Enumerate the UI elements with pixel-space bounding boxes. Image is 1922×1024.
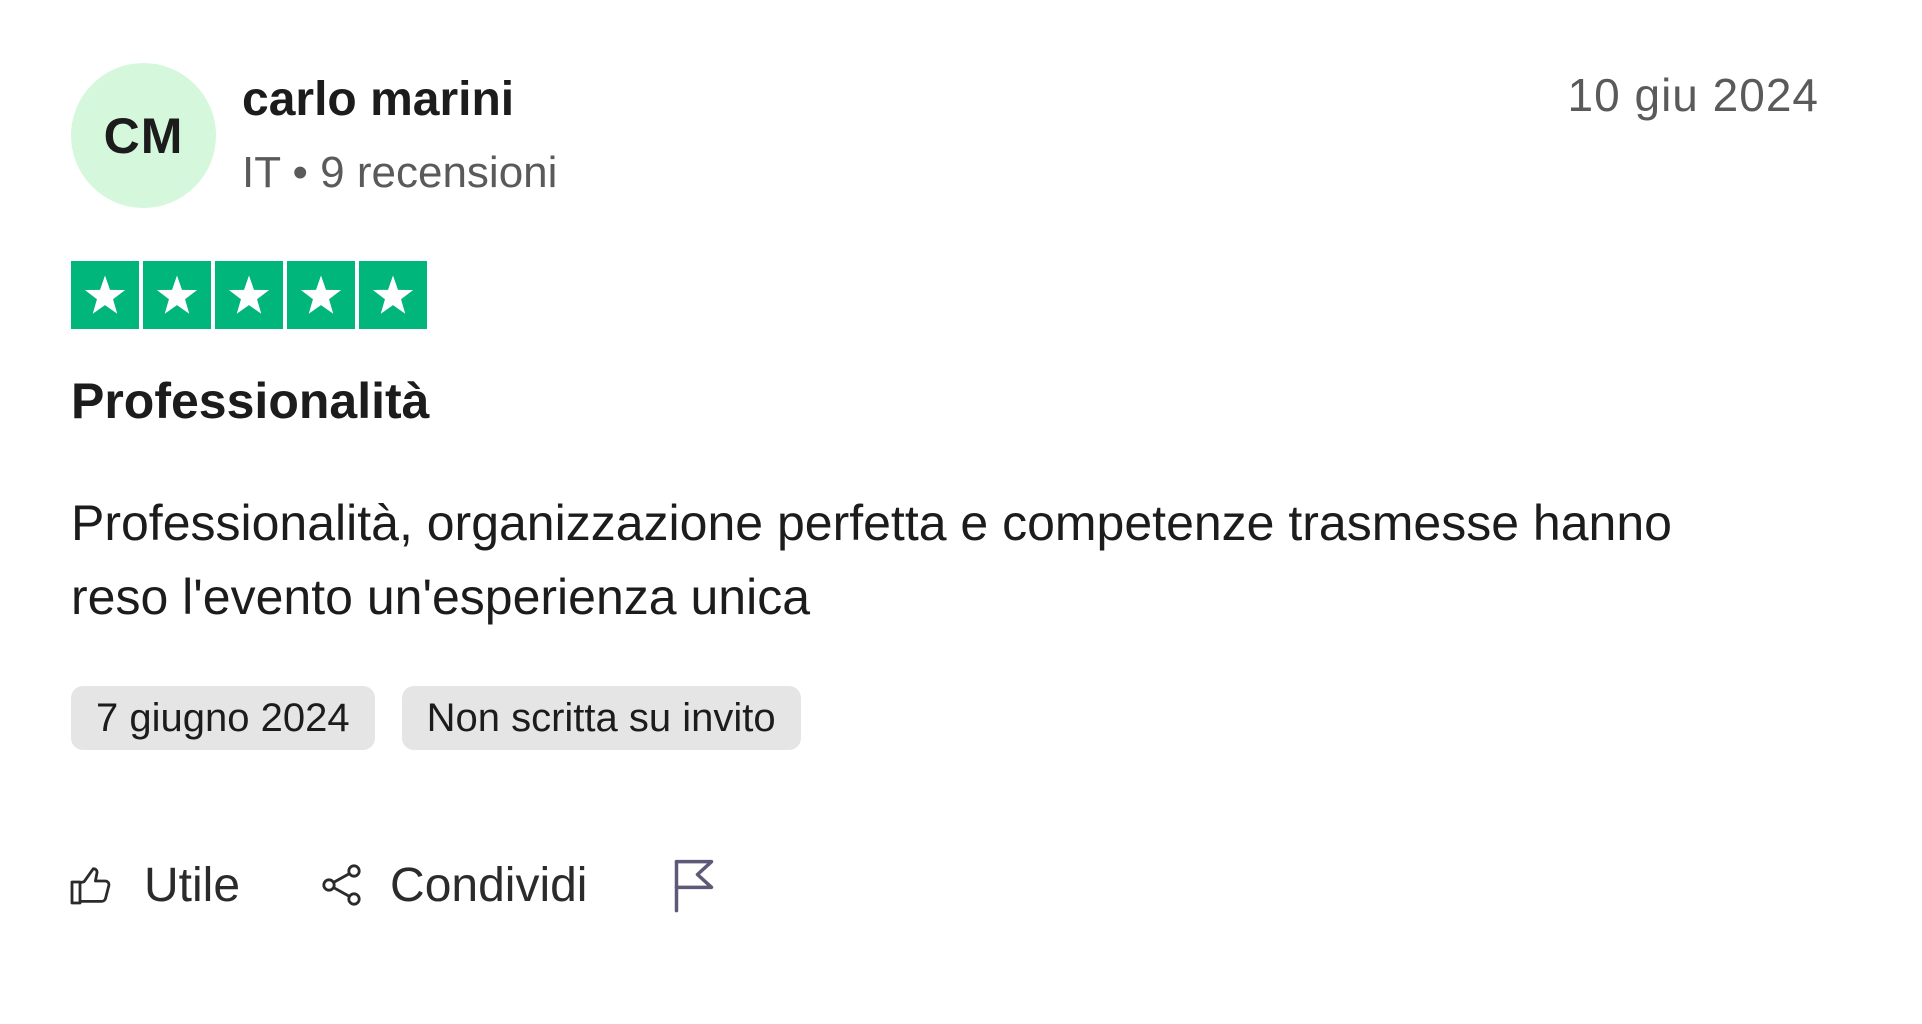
star-icon (287, 261, 355, 329)
review-card: CM carlo marini IT • 9 recensioni 10 giu… (0, 0, 1922, 1024)
unprompted-review-badge[interactable]: Non scritta su invito (401, 686, 801, 750)
review-title: Professionalità (71, 373, 430, 429)
flag-icon (670, 857, 718, 913)
thumbs-up-icon (68, 861, 116, 909)
review-body: Professionalità, organizzazione perfetta… (71, 495, 1672, 625)
star-icon (143, 261, 211, 329)
avatar[interactable]: CM (71, 63, 216, 208)
avatar-initials: CM (103, 107, 184, 164)
reviewer-name[interactable]: carlo marini (242, 70, 514, 130)
reviewer-meta: IT • 9 recensioni (242, 148, 558, 197)
star-icon (215, 261, 283, 329)
useful-label: Utile (144, 858, 241, 912)
review-actions: Utile Condividi (68, 850, 718, 920)
share-label: Condividi (390, 858, 588, 912)
star-icon (359, 261, 427, 329)
share-icon (318, 861, 366, 909)
share-button[interactable]: Condividi (318, 858, 587, 913)
review-badges: 7 giugno 2024 Non scritta su invito (71, 686, 801, 750)
useful-button[interactable]: Utile (68, 858, 240, 913)
star-icon (71, 261, 139, 329)
review-date: 10 giu 2024 (1567, 69, 1819, 121)
report-button[interactable] (670, 857, 718, 913)
star-rating (71, 261, 427, 329)
experience-date-badge: 7 giugno 2024 (71, 686, 375, 750)
